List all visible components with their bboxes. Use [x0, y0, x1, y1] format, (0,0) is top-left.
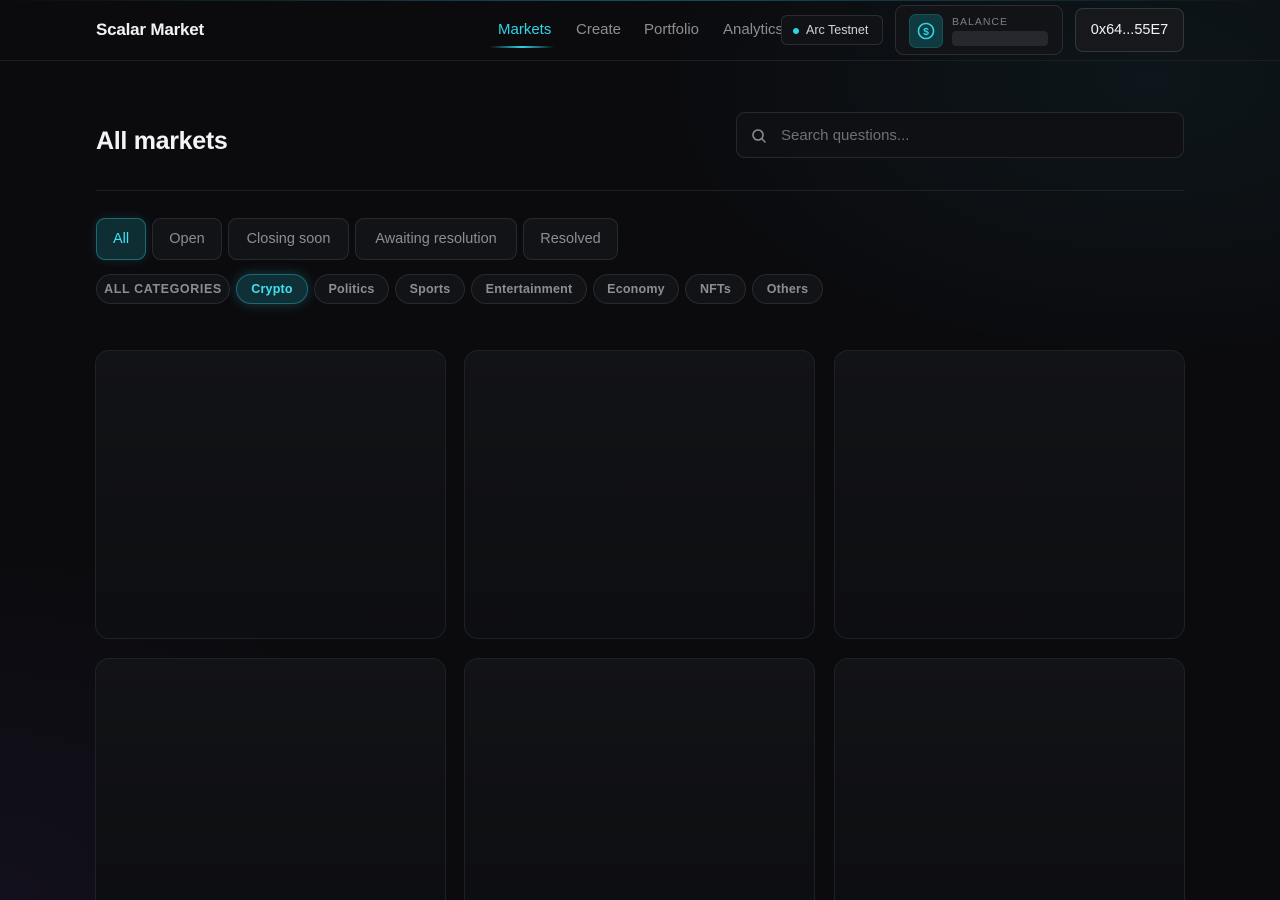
page-title: All markets: [96, 127, 228, 155]
balance-widget: $ BALANCE: [895, 5, 1063, 55]
category-chip-politics[interactable]: Politics: [314, 274, 389, 304]
market-card-skeleton: [95, 350, 446, 639]
category-chip-sports[interactable]: Sports: [395, 274, 465, 304]
top-nav-bar: Scalar Market Markets Create Portfolio A…: [0, 0, 1280, 61]
nav-active-indicator: [490, 46, 554, 48]
status-tab-resolved[interactable]: Resolved: [523, 218, 618, 260]
market-card-skeleton: [834, 658, 1185, 900]
status-tab-open[interactable]: Open: [152, 218, 222, 260]
market-card-skeleton: [834, 350, 1185, 639]
network-label: Arc Testnet: [806, 23, 869, 37]
category-chip-economy[interactable]: Economy: [593, 274, 679, 304]
section-divider: [96, 190, 1184, 191]
wallet-address-button[interactable]: 0x64...55E7: [1075, 8, 1184, 52]
brand-logo-text[interactable]: Scalar Market: [96, 20, 204, 40]
category-chip-all[interactable]: ALL CATEGORIES: [96, 274, 230, 304]
category-chip-crypto[interactable]: Crypto: [236, 274, 308, 304]
market-card-skeleton: [464, 658, 815, 900]
status-tab-all[interactable]: All: [96, 218, 146, 260]
balance-value-skeleton: [952, 31, 1048, 46]
status-tab-awaiting-resolution[interactable]: Awaiting resolution: [355, 218, 517, 260]
nav-item-create[interactable]: Create: [576, 21, 621, 38]
category-chip-others[interactable]: Others: [752, 274, 823, 304]
search-icon: [751, 128, 767, 149]
network-badge[interactable]: Arc Testnet: [781, 15, 883, 45]
category-chip-nfts[interactable]: NFTs: [685, 274, 746, 304]
balance-label: BALANCE: [952, 16, 1009, 28]
category-chip-entertainment[interactable]: Entertainment: [471, 274, 587, 304]
status-tab-closing-soon[interactable]: Closing soon: [228, 218, 349, 260]
svg-text:$: $: [923, 26, 929, 38]
search-input[interactable]: [781, 113, 1171, 157]
market-card-skeleton: [95, 658, 446, 900]
search-box[interactable]: [736, 112, 1184, 158]
dollar-coin-icon: $: [909, 14, 943, 48]
market-card-skeleton: [464, 350, 815, 639]
nav-item-portfolio[interactable]: Portfolio: [644, 21, 699, 38]
nav-item-analytics[interactable]: Analytics: [723, 21, 783, 38]
nav-item-markets[interactable]: Markets: [498, 21, 551, 38]
network-status-dot-icon: [793, 28, 799, 34]
